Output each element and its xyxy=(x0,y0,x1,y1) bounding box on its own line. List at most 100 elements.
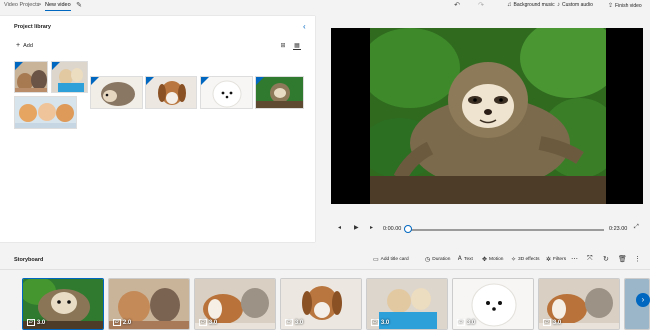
used-marker-icon xyxy=(201,77,209,85)
background-music-button[interactable]: ♫ Background music xyxy=(507,2,555,8)
next-frame-icon[interactable]: ▸ xyxy=(370,224,373,231)
card-duration-value: 3.0 xyxy=(380,319,390,326)
motion-button[interactable]: ✥ Motion xyxy=(482,256,503,263)
custom-audio-label: Custom audio xyxy=(562,2,593,8)
used-marker-icon xyxy=(146,77,154,85)
redo-icon[interactable]: ↷ xyxy=(476,1,486,11)
3d-effects-label: 3D effects xyxy=(518,257,540,262)
overflow-menu-icon[interactable]: ⋮ xyxy=(634,255,641,263)
image-icon: ▱ xyxy=(27,319,35,326)
card-duration: ▱ 3.0 xyxy=(543,319,561,326)
add-title-card-label: Add title card xyxy=(380,257,409,262)
used-marker-icon xyxy=(15,62,23,70)
card-duration-value: 2.0 xyxy=(122,319,132,326)
image-icon: ▱ xyxy=(113,319,121,326)
scroll-right-button[interactable]: › xyxy=(636,293,650,307)
duration-button[interactable]: ◷ Duration xyxy=(425,256,450,263)
delete-icon[interactable]: 🗑 xyxy=(618,255,627,263)
card-duration: ▱ 3.0 xyxy=(285,319,303,326)
text-icon: Ꭺ xyxy=(458,256,463,262)
storyboard-card-white-puppy[interactable]: ▱ 3.0 xyxy=(452,278,534,330)
storyboard-card-guinea-pig-and-kitten-2[interactable]: ▱ 3.0 xyxy=(538,278,620,330)
card-duration-value: 3.0 xyxy=(552,319,562,326)
3d-effects-button[interactable]: ✧ 3D effects xyxy=(511,256,540,263)
card-duration: ▱ 2.0 xyxy=(113,319,131,326)
motion-label: Motion xyxy=(489,257,504,262)
project-library-title: Project library xyxy=(14,24,51,30)
card-duration-value: 3.0 xyxy=(294,319,304,326)
custom-audio-button[interactable]: ♪ Custom audio xyxy=(557,2,593,8)
rotate-icon[interactable]: ↻ xyxy=(603,255,609,263)
audio-icon: ♪ xyxy=(557,2,560,8)
breadcrumb-current: New video xyxy=(45,2,71,11)
library-thumbnail-kittens[interactable] xyxy=(14,96,77,129)
3d-effects-icon: ✧ xyxy=(511,257,517,263)
collapse-library-icon[interactable]: ‹ xyxy=(303,22,306,31)
library-thumbnail-white-puppy[interactable] xyxy=(200,76,253,109)
used-marker-icon xyxy=(91,77,99,85)
export-icon: ⇪ xyxy=(608,3,614,9)
card-duration: ▱ 3.0 xyxy=(457,319,475,326)
finish-video-button[interactable]: ⇪ Finish video xyxy=(608,2,642,10)
storyboard-card-puppies-in-basket[interactable]: ▱ 3.0 xyxy=(366,278,448,330)
plus-icon: + xyxy=(16,42,21,49)
library-thumbnail-cat-and-puppy[interactable] xyxy=(14,61,48,93)
filters-button[interactable]: ✲ Filters xyxy=(546,256,566,263)
more-options-icon[interactable]: ⋯ xyxy=(571,255,578,263)
total-time: 0:23.00 xyxy=(609,226,628,232)
card-duration: ▱ 3.0 xyxy=(27,319,45,326)
library-thumbnail-hedgehog[interactable] xyxy=(90,76,143,109)
storyboard-card-cat-and-puppy[interactable]: ▱ 2.0 xyxy=(108,278,190,330)
used-marker-icon xyxy=(256,77,264,85)
duration-label: Duration xyxy=(432,257,451,262)
storyboard-title: Storyboard xyxy=(14,257,44,263)
project-library-panel: Project library ‹ + Add ⊞ ▦ xyxy=(0,16,315,242)
card-duration: ▱ 3.0 xyxy=(199,319,217,326)
add-title-card-button[interactable]: ▭ Add title card xyxy=(373,256,409,263)
used-marker-icon xyxy=(52,62,60,70)
card-duration-value: 3.0 xyxy=(36,319,46,326)
resize-icon[interactable]: ⤧ xyxy=(587,255,593,263)
list-view-icon[interactable]: ▦ xyxy=(293,42,301,50)
seek-bar[interactable] xyxy=(408,229,604,231)
chevron-right-icon: › xyxy=(641,295,645,304)
library-thumbnail-puppies-in-basket[interactable] xyxy=(51,61,88,93)
clock-icon: ◷ xyxy=(425,257,431,263)
image-icon: ▱ xyxy=(371,319,379,326)
storyboard-card-sloth[interactable]: ▱ 3.0 xyxy=(22,278,104,330)
add-media-button[interactable]: + Add xyxy=(16,42,33,49)
card-duration-value: 3.0 xyxy=(208,319,218,326)
storyboard-card-guinea-pig-and-kitten[interactable]: ▱ 3.0 xyxy=(194,278,276,330)
library-thumbnail-beagle-puppy[interactable] xyxy=(145,76,197,109)
image-icon: ▱ xyxy=(457,319,465,326)
seek-handle[interactable] xyxy=(404,225,412,233)
motion-icon: ✥ xyxy=(482,257,488,263)
undo-icon[interactable]: ↶ xyxy=(452,1,462,11)
edit-title-icon[interactable]: ✎ xyxy=(74,1,84,11)
image-icon: ▱ xyxy=(543,319,551,326)
breadcrumb-root[interactable]: Video Projects xyxy=(4,2,39,8)
card-duration: ▱ 3.0 xyxy=(371,319,389,326)
storyboard-card-beagle-puppy[interactable]: ▱ 3.0 xyxy=(280,278,362,330)
image-icon: ▱ xyxy=(285,319,293,326)
breadcrumb-separator: > xyxy=(38,2,42,8)
background-music-label: Background music xyxy=(513,2,555,8)
preview-frame-sloth xyxy=(370,28,606,204)
play-icon[interactable]: ▶ xyxy=(354,224,359,231)
grid-view-icon[interactable]: ⊞ xyxy=(279,42,287,50)
card-duration-value: 3.0 xyxy=(466,319,476,326)
storyboard-divider xyxy=(0,269,650,270)
filters-icon: ✲ xyxy=(546,257,552,263)
image-icon: ▱ xyxy=(199,319,207,326)
current-time: 0:00.00 xyxy=(383,226,402,232)
text-label: Text xyxy=(464,257,473,262)
fullscreen-icon[interactable]: ⤢ xyxy=(634,224,639,231)
library-thumbnail-sloth[interactable] xyxy=(255,76,304,109)
finish-video-label: Finish video xyxy=(615,2,642,9)
music-note-icon: ♫ xyxy=(507,2,512,8)
filters-label: Filters xyxy=(553,257,567,262)
title-card-icon: ▭ xyxy=(373,257,379,263)
text-button[interactable]: Ꭺ Text xyxy=(458,256,473,263)
previous-frame-icon[interactable]: ◂ xyxy=(338,224,341,231)
add-label: Add xyxy=(23,42,33,49)
